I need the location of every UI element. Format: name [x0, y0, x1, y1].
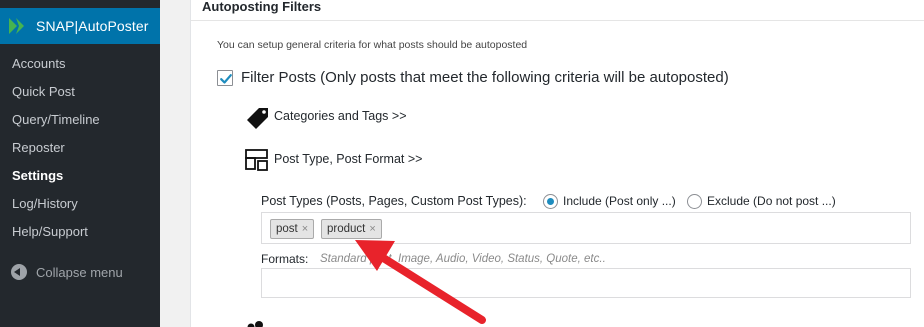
post-type-icon [245, 149, 269, 176]
token-label: product [327, 223, 366, 235]
tag-icon [246, 106, 270, 135]
snap-logo-icon [9, 18, 27, 34]
admin-sidebar: SNAP|AutoPoster Accounts Quick Post Quer… [0, 0, 169, 327]
panel-divider [191, 20, 924, 21]
sidebar-item-query-timeline[interactable]: Query/Timeline [0, 106, 160, 134]
main-content: Autoposting Filters You can setup genera… [160, 0, 924, 327]
token-remove-icon[interactable]: × [369, 223, 375, 235]
formats-placeholder: Standard post, Image, Audio, Video, Stat… [320, 253, 606, 265]
include-radio[interactable] [543, 194, 558, 209]
token-label: post [276, 223, 298, 235]
post-types-input[interactable]: post × product × [261, 212, 911, 244]
collapse-menu-label: Collapse menu [36, 264, 123, 280]
exclude-radio[interactable] [687, 194, 702, 209]
panel-title: Autoposting Filters [202, 0, 322, 14]
sidebar-item-quick-post[interactable]: Quick Post [0, 78, 160, 106]
post-type-token: post × [270, 219, 315, 239]
panel-hint: You can setup general criteria for what … [217, 39, 528, 51]
checkmark-icon [220, 74, 232, 84]
post-types-label: Post Types (Posts, Pages, Custom Post Ty… [261, 194, 527, 208]
sidebar-item-reposter[interactable]: Reposter [0, 134, 160, 162]
authors-icon [246, 318, 268, 327]
include-radio-label[interactable]: Include (Post only ...) [563, 194, 676, 208]
formats-label: Formats: [261, 252, 309, 266]
sidebar-item-help-support[interactable]: Help/Support [0, 218, 160, 246]
collapse-icon [11, 264, 27, 280]
post-type-token: product × [321, 219, 382, 239]
categories-tags-toggle[interactable]: Categories and Tags >> [274, 109, 407, 123]
collapse-menu-button[interactable]: Collapse menu [0, 258, 160, 286]
filter-posts-label[interactable]: Filter Posts (Only posts that meet the f… [241, 69, 729, 86]
sidebar-plugin-title: SNAP|AutoPoster [36, 18, 149, 34]
sidebar-item-settings[interactable]: Settings [0, 162, 160, 190]
sidebar-item-log-history[interactable]: Log/History [0, 190, 160, 218]
formats-input[interactable] [261, 268, 911, 298]
post-type-format-toggle[interactable]: Post Type, Post Format >> [274, 152, 422, 166]
sidebar-plugin-menu[interactable]: SNAP|AutoPoster [0, 8, 169, 44]
sidebar-item-accounts[interactable]: Accounts [0, 50, 160, 78]
filter-posts-checkbox[interactable] [217, 70, 233, 86]
token-remove-icon[interactable]: × [302, 223, 308, 235]
exclude-radio-label[interactable]: Exclude (Do not post ...) [707, 194, 836, 208]
